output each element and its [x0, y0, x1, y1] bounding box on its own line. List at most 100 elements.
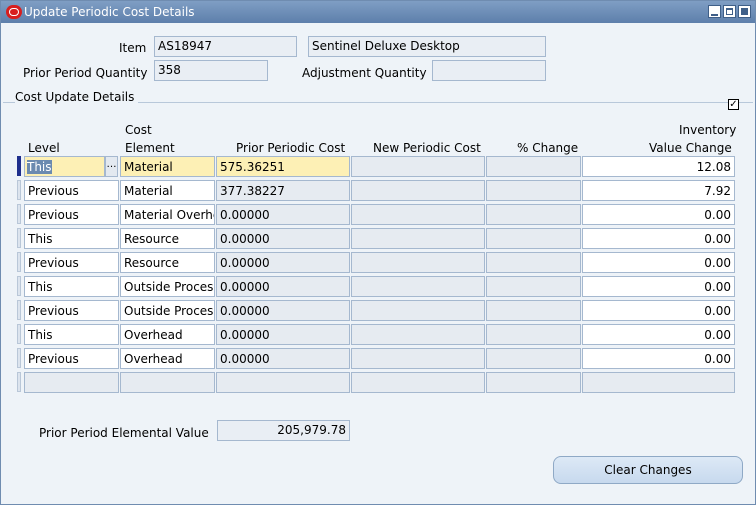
cell-prior[interactable]: 0.00000 — [216, 276, 350, 297]
cell-inv[interactable]: 0.00 — [582, 252, 735, 273]
cell-pct[interactable] — [486, 276, 581, 297]
cell-pct[interactable] — [486, 348, 581, 369]
update-periodic-cost-window: Update Periodic Cost Details Item AS1894… — [0, 0, 756, 505]
cell-new[interactable] — [351, 300, 485, 321]
cell-inv[interactable]: 0.00 — [582, 300, 735, 321]
adjustment-quantity-label: Adjustment Quantity — [302, 66, 427, 80]
cell-prior[interactable]: 0.00000 — [216, 300, 350, 321]
cell-element[interactable]: Material Overhe — [120, 204, 215, 225]
column-header-prior-periodic-cost: Prior Periodic Cost — [236, 141, 346, 155]
adjustment-quantity-field[interactable] — [432, 60, 546, 81]
title-bar: Update Periodic Cost Details — [1, 1, 755, 23]
cell-inv[interactable]: 12.08 — [582, 156, 735, 177]
row-indicator[interactable] — [17, 276, 21, 296]
cell-level[interactable]: This — [24, 324, 119, 345]
cell-level[interactable] — [24, 372, 119, 393]
cell-level[interactable]: Previous — [24, 300, 119, 321]
cell-new[interactable] — [351, 228, 485, 249]
cell-level[interactable]: Previous — [24, 348, 119, 369]
cell-pct[interactable] — [486, 204, 581, 225]
cell-prior[interactable] — [216, 372, 350, 393]
checkmark-icon: ✓ — [729, 99, 738, 110]
cell-pct[interactable] — [486, 300, 581, 321]
section-checkbox[interactable]: ✓ — [728, 99, 739, 110]
cell-new[interactable] — [351, 156, 485, 177]
row-indicator[interactable] — [17, 180, 21, 200]
cell-new[interactable] — [351, 252, 485, 273]
cell-prior[interactable]: 0.00000 — [216, 324, 350, 345]
cell-pct[interactable] — [486, 228, 581, 249]
cell-inv[interactable]: 7.92 — [582, 180, 735, 201]
cell-level[interactable]: Previous — [24, 252, 119, 273]
cell-level[interactable]: This — [24, 228, 119, 249]
cell-prior[interactable]: 0.00000 — [216, 252, 350, 273]
row-indicator[interactable] — [17, 324, 21, 344]
cell-prior[interactable]: 377.38227 — [216, 180, 350, 201]
cell-element[interactable]: Overhead — [120, 324, 215, 345]
cell-element[interactable]: Resource — [120, 252, 215, 273]
row-indicator[interactable] — [17, 252, 21, 272]
oracle-logo-icon — [6, 5, 22, 19]
prior-period-quantity-field[interactable]: 358 — [154, 60, 268, 81]
cell-new[interactable] — [351, 180, 485, 201]
clear-changes-button[interactable]: Clear Changes — [553, 456, 743, 484]
close-icon[interactable] — [738, 5, 751, 18]
column-header-new-periodic-cost: New Periodic Cost — [373, 141, 481, 155]
cell-new[interactable] — [351, 324, 485, 345]
item-description-field[interactable]: Sentinel Deluxe Desktop — [308, 36, 546, 57]
row-indicator[interactable] — [17, 228, 21, 248]
cell-pct[interactable] — [486, 324, 581, 345]
window-title: Update Periodic Cost Details — [24, 5, 195, 19]
prior-period-elemental-value-label: Prior Period Elemental Value — [39, 426, 209, 440]
cell-prior[interactable]: 0.00000 — [216, 348, 350, 369]
cell-pct[interactable] — [486, 372, 581, 393]
column-header-cost: Cost — [125, 123, 152, 137]
list-of-values-button[interactable]: … — [105, 156, 118, 177]
cell-element[interactable]: Material — [120, 156, 215, 177]
cell-level[interactable]: This — [24, 276, 119, 297]
cell-inv[interactable]: 0.00 — [582, 276, 735, 297]
cell-element[interactable]: Outside Proces — [120, 300, 215, 321]
item-label: Item — [119, 41, 147, 55]
cell-level[interactable]: Previous — [24, 204, 119, 225]
cell-element[interactable]: Material — [120, 180, 215, 201]
cell-inv[interactable]: 0.00 — [582, 228, 735, 249]
cell-pct[interactable] — [486, 156, 581, 177]
row-indicator[interactable] — [17, 348, 21, 368]
cell-new[interactable] — [351, 348, 485, 369]
minimize-icon[interactable] — [708, 5, 721, 18]
column-header-level: Level — [28, 141, 60, 155]
prior-period-elemental-value-field[interactable]: 205,979.78 — [217, 420, 350, 441]
maximize-icon[interactable] — [723, 5, 736, 18]
column-header-percent-change: % Change — [517, 141, 579, 155]
row-indicator[interactable] — [17, 156, 21, 176]
cell-new[interactable] — [351, 276, 485, 297]
cell-prior[interactable]: 0.00000 — [216, 228, 350, 249]
column-header-inventory: Inventory — [679, 123, 737, 137]
cost-update-details-heading: Cost Update Details — [15, 90, 139, 104]
cell-element[interactable]: Resource — [120, 228, 215, 249]
selected-text: This — [27, 160, 52, 174]
cell-pct[interactable] — [486, 180, 581, 201]
column-header-element: Element — [125, 141, 175, 155]
row-indicator[interactable] — [17, 300, 21, 320]
cell-inv[interactable] — [582, 372, 735, 393]
cell-inv[interactable]: 0.00 — [582, 348, 735, 369]
cell-prior[interactable]: 0.00000 — [216, 204, 350, 225]
prior-period-quantity-label: Prior Period Quantity — [23, 66, 148, 80]
cell-new[interactable] — [351, 204, 485, 225]
column-header-value-change: Value Change — [649, 141, 732, 155]
cell-element[interactable]: Overhead — [120, 348, 215, 369]
cell-inv[interactable]: 0.00 — [582, 324, 735, 345]
cell-element[interactable] — [120, 372, 215, 393]
cell-level[interactable]: This — [24, 156, 105, 177]
row-indicator[interactable] — [17, 372, 21, 392]
cell-element[interactable]: Outside Proces — [120, 276, 215, 297]
cell-inv[interactable]: 0.00 — [582, 204, 735, 225]
cell-prior[interactable]: 575.36251 — [216, 156, 350, 177]
cell-pct[interactable] — [486, 252, 581, 273]
cell-new[interactable] — [351, 372, 485, 393]
cell-level[interactable]: Previous — [24, 180, 119, 201]
row-indicator[interactable] — [17, 204, 21, 224]
item-field[interactable]: AS18947 — [154, 36, 297, 57]
